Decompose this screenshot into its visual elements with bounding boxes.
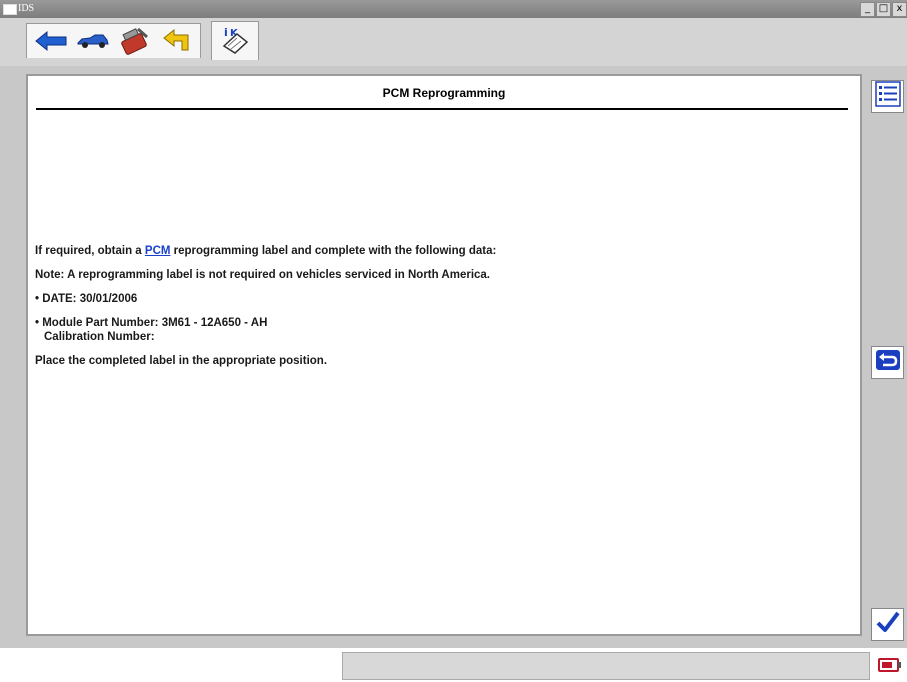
maximize-button[interactable]: □ — [876, 2, 891, 17]
yellow-arrow-icon[interactable] — [159, 27, 195, 55]
return-button[interactable] — [871, 346, 904, 379]
window-controls: _ □ x — [860, 2, 907, 17]
minimize-button[interactable]: _ — [860, 2, 875, 17]
app-icon — [3, 4, 17, 15]
heading-divider — [36, 108, 848, 110]
return-icon — [875, 349, 901, 376]
reprogramming-label-icon: iK — [219, 24, 251, 59]
module-part-line: • Module Part Number: 3M61 - 12A650 - AH — [35, 317, 268, 329]
note-line: Note: A reprogramming label is not requi… — [35, 269, 491, 281]
toolbar-tab-group — [26, 23, 201, 58]
content-panel: PCM Reprogramming If required, obtain a … — [26, 74, 862, 636]
confirm-button[interactable] — [871, 608, 904, 641]
instruction-line-1: If required, obtain a PCM reprogramming … — [35, 244, 496, 258]
close-button[interactable]: x — [892, 2, 907, 17]
vehicle-icon[interactable] — [75, 27, 111, 55]
reprogramming-tab[interactable]: iK — [211, 21, 259, 60]
title-bar: IDS _ □ x — [0, 0, 907, 18]
instruction-text-before: If required, obtain a — [35, 245, 145, 257]
page-title: PCM Reprogramming — [382, 86, 506, 100]
right-action-bar — [868, 74, 907, 652]
status-bar — [0, 648, 907, 682]
calibration-line: Calibration Number: — [44, 331, 155, 343]
place-label-line: Place the completed label in the appropr… — [35, 355, 328, 367]
pcm-link[interactable]: PCM — [145, 245, 171, 257]
battery-indicator-icon — [877, 656, 903, 674]
window-title: IDS — [18, 3, 35, 14]
svg-text:i: i — [224, 26, 228, 39]
back-arrow-icon[interactable] — [33, 27, 69, 55]
date-line: • DATE: 30/01/2006 — [35, 293, 138, 305]
instruction-text-after: reprogramming label and complete with th… — [170, 245, 497, 257]
toolbox-icon[interactable] — [117, 27, 153, 55]
toolbar: iK — [0, 18, 907, 66]
list-button[interactable] — [871, 80, 904, 113]
status-left-area — [0, 648, 342, 682]
list-icon — [874, 81, 901, 112]
checkmark-icon — [875, 609, 901, 640]
status-field — [342, 652, 870, 680]
instructions: If required, obtain a PCM reprogramming … — [35, 244, 496, 378]
module-part-block: • Module Part Number: 3M61 - 12A650 - AH… — [35, 316, 496, 344]
